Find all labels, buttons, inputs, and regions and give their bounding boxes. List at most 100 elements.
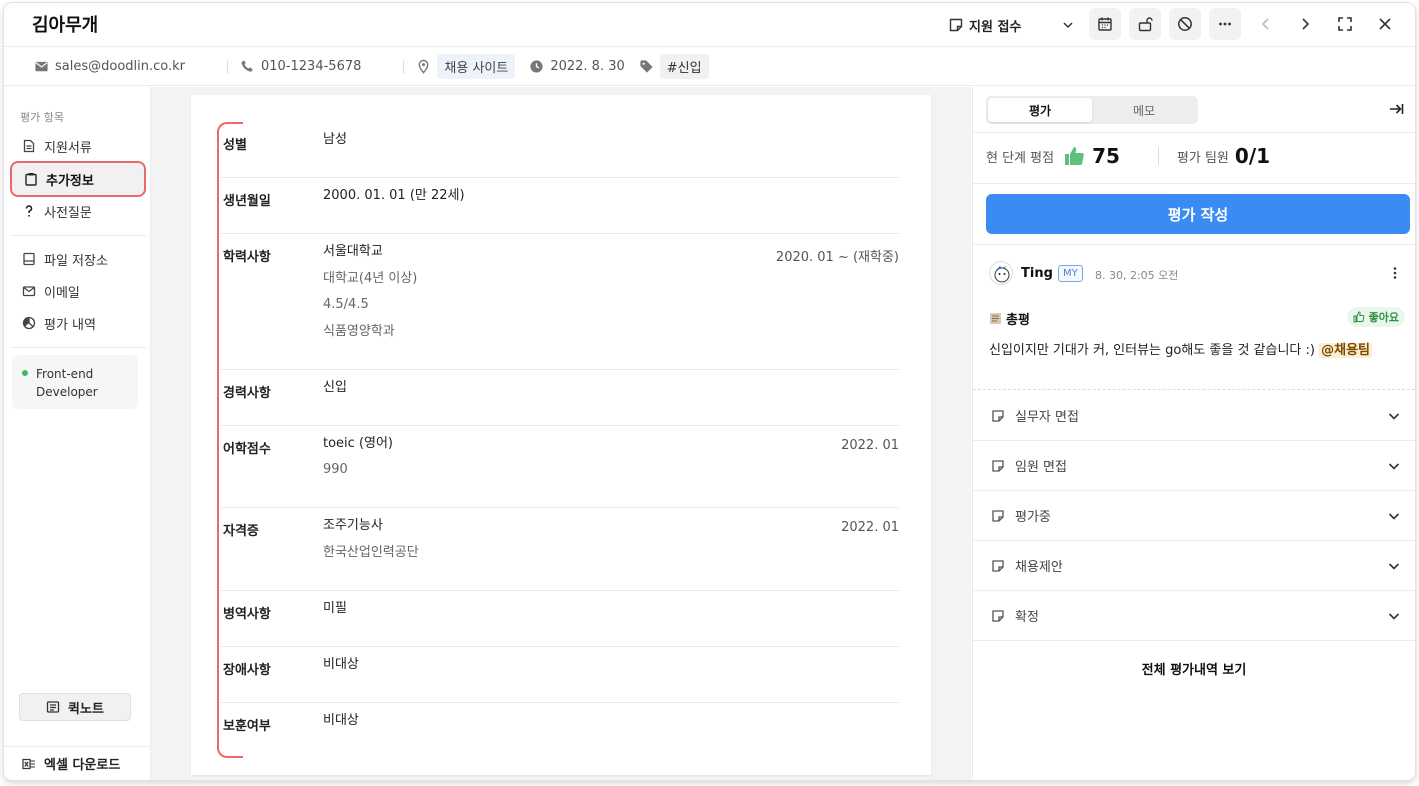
- sidebar-item-file-storage[interactable]: 파일 저장소: [10, 244, 146, 274]
- stage-accordion-item[interactable]: 평가중: [973, 491, 1415, 541]
- note-icon: [992, 409, 1004, 422]
- block-button[interactable]: [1169, 8, 1201, 40]
- tab-memo[interactable]: 메모: [1092, 98, 1196, 122]
- block-icon: [1178, 17, 1192, 31]
- clipboard-icon: [25, 173, 37, 186]
- detail-label: 학력사항: [223, 250, 271, 265]
- review-title-text: 총평: [1006, 313, 1030, 328]
- sidebar-item-label: 평가 내역: [44, 317, 96, 333]
- mail-icon: [22, 286, 36, 297]
- sidebar-item-email[interactable]: 이메일: [10, 276, 146, 306]
- tag-item[interactable]: #신입: [639, 54, 709, 79]
- collapse-panel-icon[interactable]: [1387, 100, 1405, 118]
- expand-icon: [1338, 17, 1352, 31]
- thumbs-up-icon: [1065, 147, 1084, 166]
- status-dot: [22, 370, 28, 376]
- score-label: 현 단계 평점: [986, 150, 1055, 166]
- detail-date: 2022. 01: [841, 520, 899, 535]
- detail-value-line: 4.5/4.5: [323, 297, 369, 312]
- review-body: 신입이지만 기대가 커, 인터뷰는 go해도 좋을 것 같습니다 :) @채용팀: [989, 339, 1372, 358]
- stage-accordion-item[interactable]: 실무자 면접: [973, 391, 1415, 441]
- prev-button[interactable]: [1255, 13, 1277, 35]
- job-position-card[interactable]: Front-end Developer: [12, 355, 138, 409]
- detail-value-line: 서울대학교: [323, 244, 383, 259]
- more-button[interactable]: [1209, 8, 1241, 40]
- location-pin-icon: [418, 59, 429, 74]
- calendar-icon: [1098, 17, 1112, 31]
- document-icon: [23, 139, 35, 153]
- note-icon: [992, 509, 1004, 522]
- detail-row: 장애사항 비대상: [221, 647, 899, 703]
- avatar: [989, 261, 1013, 285]
- note-icon: [992, 609, 1004, 622]
- excel-download-label: 엑셀 다운로드: [44, 758, 121, 773]
- mention-tag[interactable]: @채용팀: [1319, 343, 1372, 358]
- sidebar-item-label: 사전질문: [44, 205, 92, 221]
- review-title: 총평: [989, 309, 1030, 328]
- chevron-right-icon: [1302, 18, 1310, 30]
- clock-icon: [530, 60, 543, 73]
- stage-accordion-item[interactable]: 채용제안: [973, 541, 1415, 591]
- close-button[interactable]: [1374, 13, 1396, 35]
- sidebar-section-title: 평가 항목: [20, 111, 64, 124]
- rating-text: 좋아요: [1368, 311, 1399, 324]
- memo-icon: [990, 313, 1001, 324]
- detail-label: 자격증: [223, 524, 259, 539]
- review-card: Ting MY 8. 30, 2:05 오전 총평 좋아요 신입이지만 기대가 …: [973, 245, 1415, 390]
- job-title-line1: Front-end: [36, 367, 94, 381]
- detail-value-line: 남성: [323, 132, 347, 147]
- divider: [973, 132, 1415, 133]
- calendar-button[interactable]: [1089, 8, 1121, 40]
- detail-date: 2022. 01: [841, 437, 899, 453]
- note-icon: [992, 559, 1004, 572]
- next-button[interactable]: [1294, 13, 1316, 35]
- detail-value-line: 비대상: [323, 712, 359, 728]
- my-badge: MY: [1058, 265, 1083, 282]
- stage-label: 확정: [1015, 610, 1039, 625]
- sidebar-item-evaluation-history[interactable]: 평가 내역: [10, 308, 146, 338]
- detail-value-line: 조주기능사: [323, 518, 383, 533]
- detail-label: 보훈여부: [223, 718, 271, 734]
- sidebar-item-documents[interactable]: 지원서류: [10, 131, 146, 161]
- detail-row: 어학점수 toeic (영어) 990 2022. 01: [221, 426, 899, 508]
- unlock-button[interactable]: [1129, 8, 1161, 40]
- excel-icon: [22, 758, 35, 769]
- view-all-evaluations-link[interactable]: 전체 평가내역 보기: [973, 656, 1415, 680]
- applicant-window: 김아무개 지원 접수 sales@doodlin.co.kr 010-1234-…: [4, 3, 1415, 780]
- divider: [12, 235, 146, 236]
- phone-item[interactable]: 010-1234-5678: [240, 59, 361, 74]
- stage-accordion-item[interactable]: 임원 면접: [973, 441, 1415, 491]
- write-evaluation-button[interactable]: 평가 작성: [986, 194, 1410, 234]
- sidebar-item-additional-info[interactable]: 추가정보: [10, 161, 146, 197]
- sidebar-item-label: 파일 저장소: [44, 253, 108, 269]
- stage-label: 평가중: [1015, 510, 1051, 525]
- detail-label: 생년월일: [223, 194, 271, 209]
- detail-value: 비대상: [323, 652, 359, 679]
- stage-accordion-item[interactable]: 확정: [973, 591, 1415, 641]
- detail-value: 남성: [323, 127, 347, 154]
- date-text: 2022. 8. 30: [550, 59, 625, 74]
- detail-label: 성별: [223, 138, 247, 153]
- expand-button[interactable]: [1334, 13, 1356, 35]
- note-icon: [992, 459, 1004, 472]
- excel-download-button[interactable]: 엑셀 다운로드: [4, 746, 150, 780]
- kebab-menu-icon[interactable]: [1387, 265, 1403, 281]
- stage-select[interactable]: 지원 접수: [948, 13, 1074, 37]
- detail-value-line: 한국산업인력공단: [323, 544, 419, 560]
- review-time: 8. 30, 2:05 오전: [1095, 269, 1179, 282]
- detail-label: 장애사항: [223, 662, 271, 678]
- divider: [973, 183, 1415, 184]
- main-content: 성별 남성생년월일 2000. 01. 01 (만 22세) 학력사항 서울대학교 대학교…: [151, 87, 971, 780]
- quick-note-button[interactable]: 퀵노트: [19, 693, 131, 721]
- sidebar: 평가 항목 지원서류 추가정보 사전질문 파일 저장소 이메일 평가 내역 Fr…: [4, 87, 151, 780]
- email-item[interactable]: sales@doodlin.co.kr: [34, 59, 185, 74]
- detail-value: 서울대학교 대학교(4년 이상) 4.5/4.5 식품영양학과: [323, 239, 417, 345]
- tab-evaluation[interactable]: 평가: [988, 98, 1092, 122]
- sidebar-item-pre-questions[interactable]: 사전질문: [10, 196, 146, 226]
- email-text: sales@doodlin.co.kr: [55, 59, 186, 74]
- detail-row: 생년월일 2000. 01. 01 (만 22세): [221, 178, 899, 234]
- chevron-down-icon: [1388, 512, 1400, 520]
- storage-icon: [23, 252, 35, 266]
- detail-row: 경력사항 신입: [221, 370, 899, 426]
- divider: [403, 59, 405, 74]
